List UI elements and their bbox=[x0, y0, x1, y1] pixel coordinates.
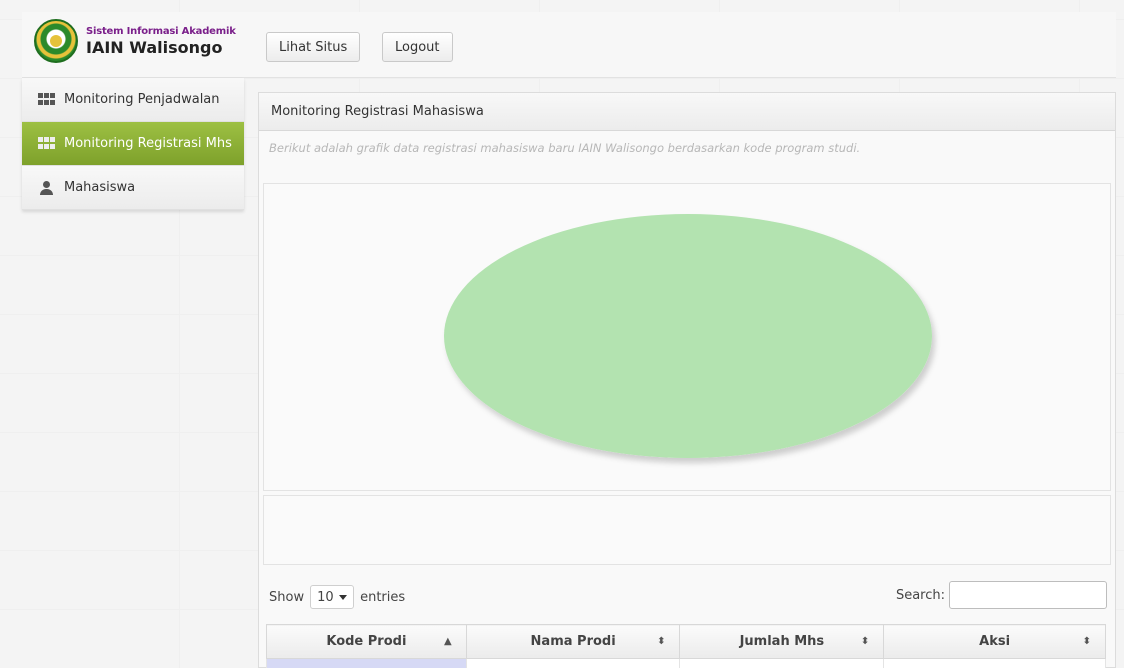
entries-label: entries bbox=[360, 589, 406, 605]
sort-both-icon: ⬍ bbox=[860, 636, 870, 647]
chart-area bbox=[263, 183, 1111, 491]
entries-length: Show 10 entries bbox=[269, 585, 405, 609]
top-bar: Sistem Informasi Akademik IAIN Walisongo… bbox=[22, 12, 1116, 78]
show-label: Show bbox=[269, 589, 305, 605]
user-icon bbox=[38, 180, 56, 195]
entries-value: 10 bbox=[317, 589, 334, 605]
grid-icon bbox=[38, 136, 56, 151]
table-controls: Show 10 entries Search: bbox=[263, 577, 1111, 613]
table-cell bbox=[266, 658, 467, 668]
panel-description: Berikut adalah grafik data registrasi ma… bbox=[269, 141, 861, 155]
sidebar-item-label: Monitoring Registrasi Mhs bbox=[64, 136, 232, 151]
panel-title: Monitoring Registrasi Mahasiswa bbox=[259, 93, 1115, 131]
sort-asc-icon: ▲ bbox=[444, 636, 452, 647]
table-row bbox=[266, 658, 1106, 668]
registrasi-table: Kode Prodi ▲ Nama Prodi ⬍ Jumlah Mhs ⬍ A… bbox=[266, 624, 1106, 668]
column-header-nama-prodi[interactable]: Nama Prodi ⬍ bbox=[465, 624, 681, 659]
table-cell bbox=[883, 658, 1106, 668]
chart-legend-area bbox=[263, 495, 1111, 565]
sidebar-item-monitoring-registrasi[interactable]: Monitoring Registrasi Mhs bbox=[22, 122, 244, 166]
sidebar-item-monitoring-penjadwalan[interactable]: Monitoring Penjadwalan bbox=[22, 78, 244, 122]
sidebar-item-label: Mahasiswa bbox=[64, 180, 136, 195]
table-cell bbox=[679, 658, 885, 668]
column-header-kode-prodi[interactable]: Kode Prodi ▲ bbox=[266, 624, 467, 659]
logo-emblem-icon bbox=[34, 19, 78, 63]
table-cell bbox=[465, 658, 681, 668]
search-input[interactable] bbox=[949, 581, 1107, 609]
pie-slice[interactable] bbox=[444, 214, 932, 458]
grid-icon bbox=[38, 92, 56, 107]
sort-both-icon: ⬍ bbox=[657, 636, 666, 647]
search-label: Search: bbox=[895, 587, 945, 603]
entries-select[interactable]: 10 bbox=[310, 585, 355, 609]
search-box: Search: bbox=[896, 581, 1107, 609]
column-header-jumlah-mhs[interactable]: Jumlah Mhs ⬍ bbox=[679, 624, 885, 659]
app-subtitle: Sistem Informasi Akademik bbox=[86, 25, 236, 37]
app-title: IAIN Walisongo bbox=[86, 37, 223, 57]
logo[interactable]: Sistem Informasi Akademik IAIN Walisongo bbox=[34, 19, 236, 63]
lihat-situs-button[interactable]: Lihat Situs bbox=[266, 32, 361, 62]
sidebar-item-mahasiswa[interactable]: Mahasiswa bbox=[22, 166, 244, 210]
chevron-down-icon bbox=[339, 594, 348, 600]
main-panel: Monitoring Registrasi Mahasiswa Berikut … bbox=[258, 92, 1116, 668]
sort-both-icon: ⬍ bbox=[1082, 636, 1091, 647]
pie-chart bbox=[444, 214, 932, 458]
column-header-aksi[interactable]: Aksi ⬍ bbox=[883, 624, 1106, 659]
logout-button[interactable]: Logout bbox=[382, 32, 453, 62]
sidebar-item-label: Monitoring Penjadwalan bbox=[64, 92, 220, 107]
sidebar: Monitoring Penjadwalan Monitoring Regist… bbox=[22, 78, 244, 210]
